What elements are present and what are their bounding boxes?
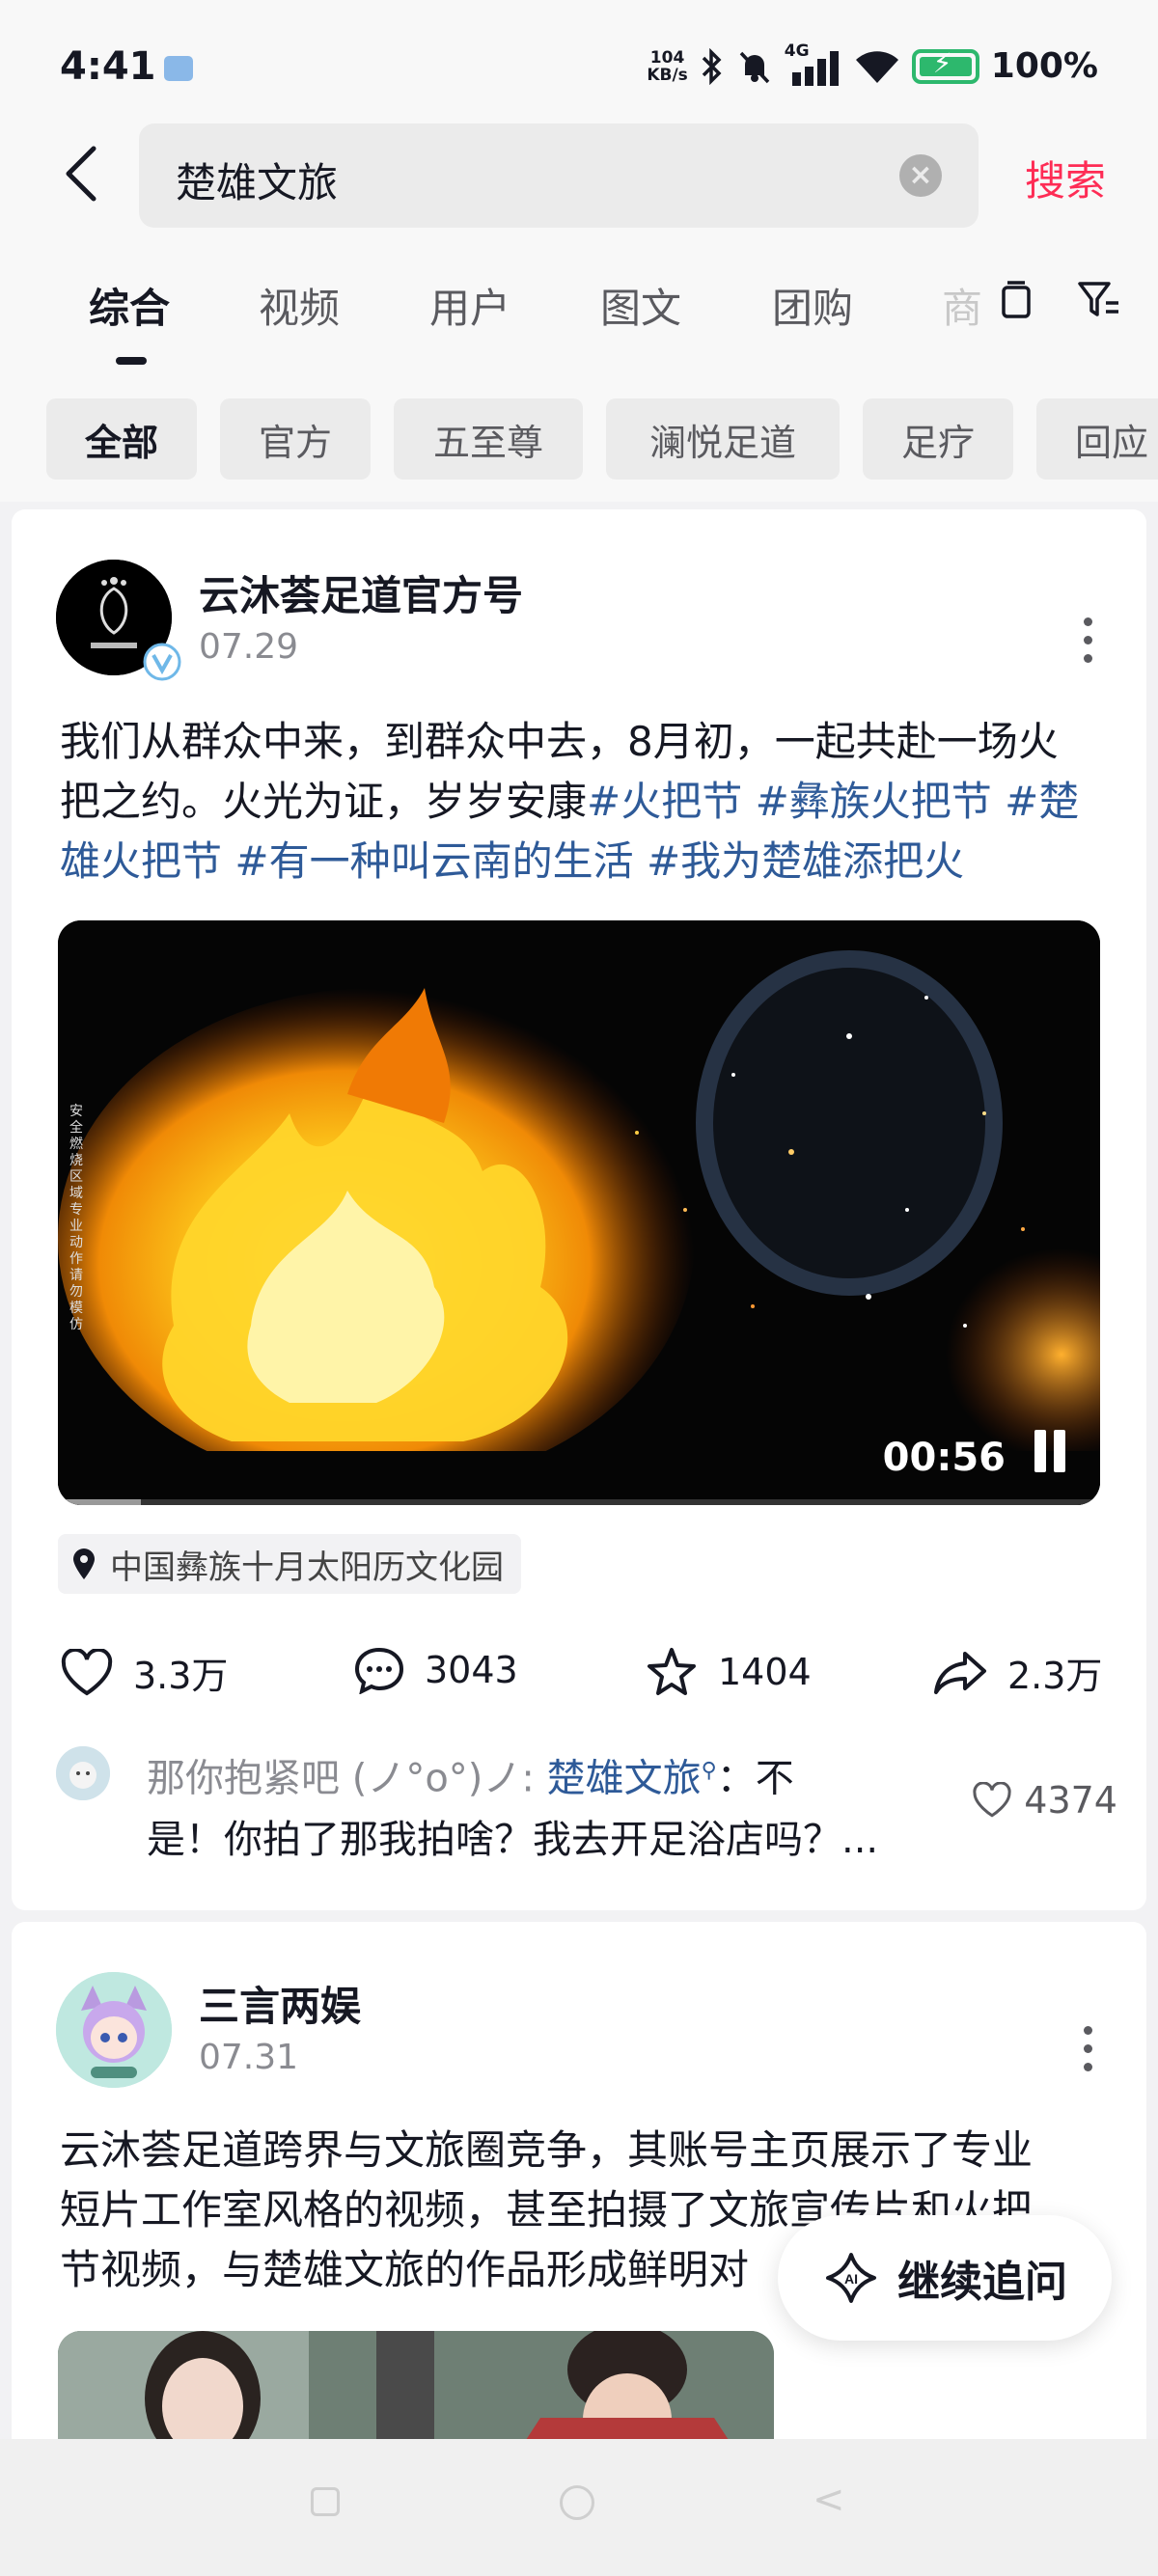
search-icon: ⚲ xyxy=(701,1759,717,1783)
share-count: 2.3万 xyxy=(1007,1655,1103,1697)
heart-icon xyxy=(61,1648,113,1695)
comment-icon xyxy=(354,1647,404,1694)
like-count: 3.3万 xyxy=(133,1655,229,1697)
comment-button[interactable]: 3043 xyxy=(353,1646,518,1694)
verified-icon xyxy=(143,643,181,681)
tab-list-icon[interactable] xyxy=(998,280,1034,320)
commenter-avatar[interactable] xyxy=(56,1746,110,1800)
bluetooth-icon xyxy=(702,47,722,85)
hashtag[interactable]: #彝族火把节 xyxy=(756,778,992,825)
filter-chips: 全部 官方 五至尊 澜悦足道 足疗 回应 xyxy=(0,367,1158,502)
video-disclaimer: 安全燃烧区域 专业动作 请勿模仿 xyxy=(69,1104,83,1332)
comment-text: 那你抱紧吧 (ノ°ο°)ノ: 楚雄文旅⚲：不 是！你拍了那我拍啥？我去开足浴店吗… xyxy=(147,1756,879,1863)
post-card[interactable]: 三言两娱 07.31 云沐荟足道跨界与文旅圈竞争，其账号主页展示了专业 短片工作… xyxy=(12,1922,1146,2462)
filter-icon[interactable] xyxy=(1077,280,1121,320)
avatar[interactable] xyxy=(56,1972,172,2088)
like-button[interactable]: 3.3万 xyxy=(60,1646,228,1699)
app-notification-icon xyxy=(164,56,193,81)
mute-bell-icon xyxy=(739,51,770,83)
wifi-icon xyxy=(855,50,898,83)
signal-icon: 4G xyxy=(785,41,842,86)
net-speed: 104 KB/s xyxy=(647,47,688,85)
comment-like-count: 4374 xyxy=(1024,1779,1117,1822)
share-icon xyxy=(934,1651,986,1694)
tab-shop[interactable]: 商 xyxy=(942,276,982,335)
top-comment[interactable]: 那你抱紧吧 (ノ°ο°)ノ: 楚雄文旅⚲：不 是！你拍了那我拍啥？我去开足浴店吗… xyxy=(56,1740,1117,1876)
hashtag[interactable]: #火把节 xyxy=(587,778,742,825)
share-button[interactable]: 2.3万 xyxy=(932,1646,1102,1699)
status-time: 4:41 xyxy=(60,44,156,89)
engagement-bar: 3.3万 3043 1404 2.3万 xyxy=(12,1646,1146,1704)
video-frame xyxy=(58,920,1100,1505)
tab-all[interactable]: 综合 xyxy=(89,276,170,335)
location-tag[interactable]: 中国彝族十月太阳历文化园 xyxy=(58,1534,521,1594)
more-options-button[interactable] xyxy=(1073,617,1102,663)
username[interactable]: 三言两娱 xyxy=(199,1974,361,2033)
system-nav-bar: < xyxy=(0,2439,1158,2576)
tab-video[interactable]: 视频 xyxy=(259,276,340,335)
tab-group-buy[interactable]: 团购 xyxy=(772,276,853,335)
comment-like-button[interactable]: 4374 xyxy=(972,1779,1117,1822)
comment-count: 3043 xyxy=(425,1649,518,1691)
recent-apps-button[interactable] xyxy=(311,2487,340,2516)
chip-foot-massage[interactable]: 足疗 xyxy=(863,398,1013,480)
chip-response[interactable]: 回应 xyxy=(1036,398,1158,480)
comment-author[interactable]: 那你抱紧吧 (ノ°ο°)ノ: xyxy=(147,1756,535,1800)
favorite-button[interactable]: 1404 xyxy=(645,1646,812,1698)
video-duration: 00:56 xyxy=(882,1436,1006,1480)
search-header: 楚雄文旅 × 搜索 xyxy=(0,116,1158,241)
back-nav-button[interactable]: < xyxy=(813,2478,845,2522)
favorite-count: 1404 xyxy=(718,1651,812,1693)
chip-official[interactable]: 官方 xyxy=(220,398,371,480)
username[interactable]: 云沐荟足道官方号 xyxy=(199,563,523,622)
ai-sparkle-icon: AI xyxy=(826,2253,876,2303)
home-button[interactable] xyxy=(560,2485,594,2520)
location-text: 中国彝族十月太阳历文化园 xyxy=(110,1548,504,1587)
battery-icon xyxy=(911,47,979,84)
video-player[interactable]: 安全燃烧区域 专业动作 请勿模仿 00:56 xyxy=(58,920,1100,1505)
status-icons: 104 KB/s 4G 100% xyxy=(647,41,1098,87)
result-tabs: 综合 视频 用户 图文 团购 商 xyxy=(0,241,1158,367)
status-bar: 4:41 104 KB/s 4G 100% xyxy=(0,0,1158,135)
search-query: 楚雄文旅 xyxy=(176,159,339,206)
post-date: 07.31 xyxy=(199,2038,299,2077)
pause-icon[interactable] xyxy=(1031,1430,1069,1472)
svg-text:AI: AI xyxy=(844,2271,858,2287)
video-progress-bar[interactable] xyxy=(58,1499,1100,1505)
post-date: 07.29 xyxy=(199,627,299,667)
tab-users[interactable]: 用户 xyxy=(429,276,510,335)
ai-button-label: 继续追问 xyxy=(897,2258,1067,2307)
comment-mention[interactable]: 楚雄文旅 xyxy=(547,1756,702,1800)
tab-image-text[interactable]: 图文 xyxy=(600,276,681,335)
hashtag[interactable]: #我为楚雄添把火 xyxy=(647,837,964,885)
chip-wuzhizun[interactable]: 五至尊 xyxy=(394,398,583,480)
chip-lanyue[interactable]: 澜悦足道 xyxy=(606,398,840,480)
back-arrow-icon xyxy=(66,146,96,202)
post-card[interactable]: 云沐荟足道官方号 07.29 我们从群众中来，到群众中去，8月初，一起共赴一场火… xyxy=(12,509,1146,1910)
anime-avatar-icon xyxy=(56,1972,172,2088)
location-pin-icon xyxy=(73,1548,95,1579)
hashtag[interactable]: #有一种叫云南的生活 xyxy=(234,837,633,885)
post-text: 我们从群众中来，到群众中去，8月初，一起共赴一场火 把之约。火光为证，岁岁安康#… xyxy=(60,718,1080,885)
active-tab-indicator xyxy=(116,357,147,365)
back-button[interactable] xyxy=(48,135,116,212)
more-options-button[interactable] xyxy=(1073,2026,1102,2071)
heart-icon xyxy=(973,1782,1011,1818)
star-icon xyxy=(648,1648,696,1695)
chip-all[interactable]: 全部 xyxy=(46,398,197,480)
ai-follow-up-button[interactable]: AI 继续追问 xyxy=(778,2215,1112,2341)
battery-level: 100% xyxy=(990,46,1098,86)
clear-icon[interactable]: × xyxy=(899,154,942,197)
search-button[interactable]: 搜索 xyxy=(1025,149,1106,207)
search-input[interactable]: 楚雄文旅 × xyxy=(139,123,979,228)
